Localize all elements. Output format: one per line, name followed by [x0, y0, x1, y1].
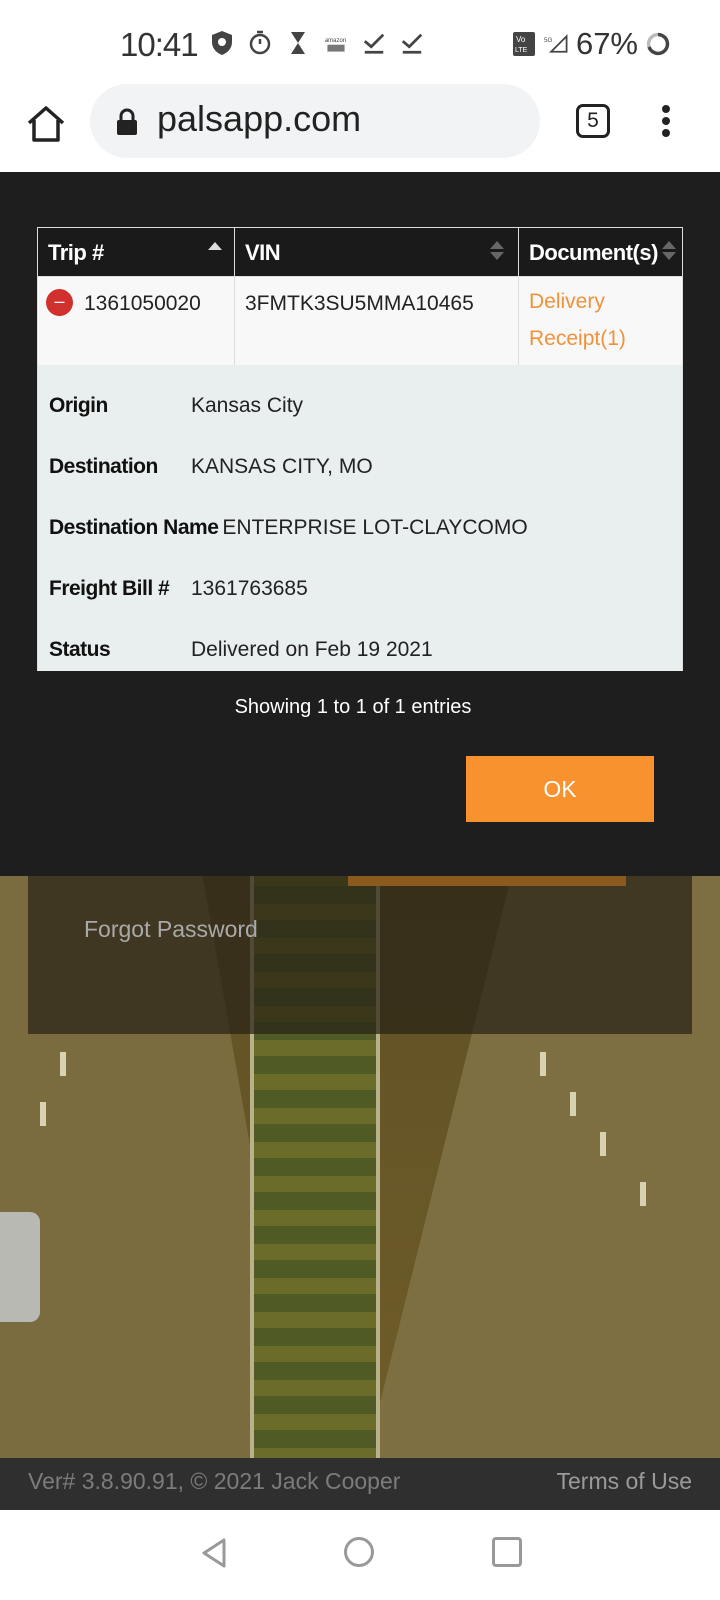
detail-label: Destination	[49, 454, 158, 478]
column-header-label: Trip #	[48, 240, 104, 265]
trip-cell: – 1361050020	[38, 277, 235, 365]
lane-marking	[60, 1052, 66, 1076]
document-link[interactable]: Delivery Receipt(1)	[519, 277, 682, 365]
sort-icon	[490, 241, 504, 263]
car-image	[0, 1212, 40, 1322]
login-panel: Forgot Password	[28, 852, 692, 1034]
detail-status: Status Delivered on Feb 19 2021	[38, 619, 682, 680]
sort-icon	[662, 241, 676, 263]
lane-marking	[600, 1132, 606, 1156]
trip-table: Trip # VIN Document(s) – 1361050020 3FMT…	[37, 227, 683, 671]
detail-label: Destination Name	[49, 515, 219, 539]
browser-toolbar: palsapp.com 5	[0, 84, 720, 172]
more-menu-icon[interactable]	[656, 102, 676, 142]
vin-cell: 3FMTK3SU5MMA10465	[235, 277, 519, 365]
page-footer: Ver# 3.8.90.91, © 2021 Jack Cooper Terms…	[0, 1458, 720, 1510]
amazon-icon: amazon	[324, 30, 348, 56]
detail-value: Kansas City	[191, 393, 304, 417]
detail-origin: Origin Kansas City	[38, 375, 682, 436]
trip-details-modal: Trip # VIN Document(s) – 1361050020 3FMT…	[0, 172, 720, 876]
document-link-line: Receipt(1)	[529, 327, 626, 350]
svg-text:LTE: LTE	[515, 47, 528, 54]
collapse-row-icon[interactable]: –	[46, 289, 73, 316]
table-info: Showing 1 to 1 of 1 entries	[234, 696, 472, 718]
column-header-trip[interactable]: Trip #	[38, 228, 235, 276]
svg-text:5G: 5G	[544, 37, 553, 44]
table-header: Trip # VIN Document(s)	[37, 227, 683, 277]
sort-ascending-icon	[208, 242, 222, 250]
ok-button[interactable]: OK	[466, 756, 654, 822]
timer-icon	[248, 30, 272, 56]
battery-icon	[646, 31, 670, 57]
detail-label: Freight Bill #	[49, 576, 170, 600]
svg-text:amazon: amazon	[325, 38, 346, 44]
terms-of-use-link[interactable]: Terms of Use	[557, 1468, 692, 1495]
check-icon	[362, 30, 386, 56]
home-icon[interactable]	[24, 102, 68, 146]
column-header-label: VIN	[245, 240, 281, 265]
lane-marking	[640, 1182, 646, 1206]
system-status: Vo LTE 5G 67%	[512, 26, 670, 62]
table-row[interactable]: – 1361050020 3FMTK3SU5MMA10465 Delivery …	[37, 277, 683, 365]
address-bar[interactable]: palsapp.com	[90, 84, 540, 158]
svg-text:Vo: Vo	[516, 35, 526, 44]
detail-value: 1361763685	[191, 576, 308, 600]
detail-value: ENTERPRISE LOT-CLAYCOMO	[222, 515, 528, 539]
forgot-password-link[interactable]: Forgot Password	[84, 916, 258, 943]
detail-freight-bill: Freight Bill # 1361763685	[38, 558, 682, 619]
status-bar: 10:41 amazon Vo LTE 5G 67%	[0, 0, 720, 88]
url-text: palsapp.com	[157, 98, 362, 139]
status-time: 10:41	[120, 26, 199, 63]
column-header-label: Document(s)	[529, 240, 658, 265]
detail-value: Delivered on Feb 19 2021	[191, 637, 433, 661]
check-icon	[400, 30, 424, 56]
recent-apps-icon[interactable]	[492, 1537, 522, 1567]
system-nav-bar	[0, 1510, 720, 1600]
tab-switcher-button[interactable]: 5	[576, 104, 610, 138]
notification-icons: amazon	[210, 30, 424, 56]
back-icon[interactable]	[200, 1537, 228, 1574]
detail-value: KANSAS CITY, MO	[191, 454, 373, 478]
lane-marking	[540, 1052, 546, 1076]
trip-number: 1361050020	[84, 292, 201, 315]
home-nav-icon[interactable]	[344, 1537, 374, 1567]
volte-icon: Vo LTE	[512, 31, 536, 57]
row-details: Origin Kansas City Destination KANSAS CI…	[37, 365, 683, 671]
signal-5g-icon: 5G	[544, 31, 568, 57]
version-text: Ver# 3.8.90.91, © 2021 Jack Cooper	[28, 1468, 401, 1494]
document-link-line: Delivery	[529, 290, 605, 313]
lane-marking	[40, 1102, 46, 1126]
detail-label: Status	[49, 637, 111, 661]
battery-percent: 67%	[575, 26, 638, 61]
detail-destination-name: Destination Name ENTERPRISE LOT-CLAYCOMO	[38, 497, 682, 558]
hourglass-icon	[286, 30, 310, 56]
shield-icon	[210, 30, 234, 56]
column-header-documents[interactable]: Document(s)	[519, 228, 682, 276]
detail-label: Origin	[49, 393, 108, 417]
detail-destination: Destination KANSAS CITY, MO	[38, 436, 682, 497]
lock-icon	[116, 108, 138, 136]
lane-marking	[570, 1092, 576, 1116]
column-header-vin[interactable]: VIN	[235, 228, 519, 276]
